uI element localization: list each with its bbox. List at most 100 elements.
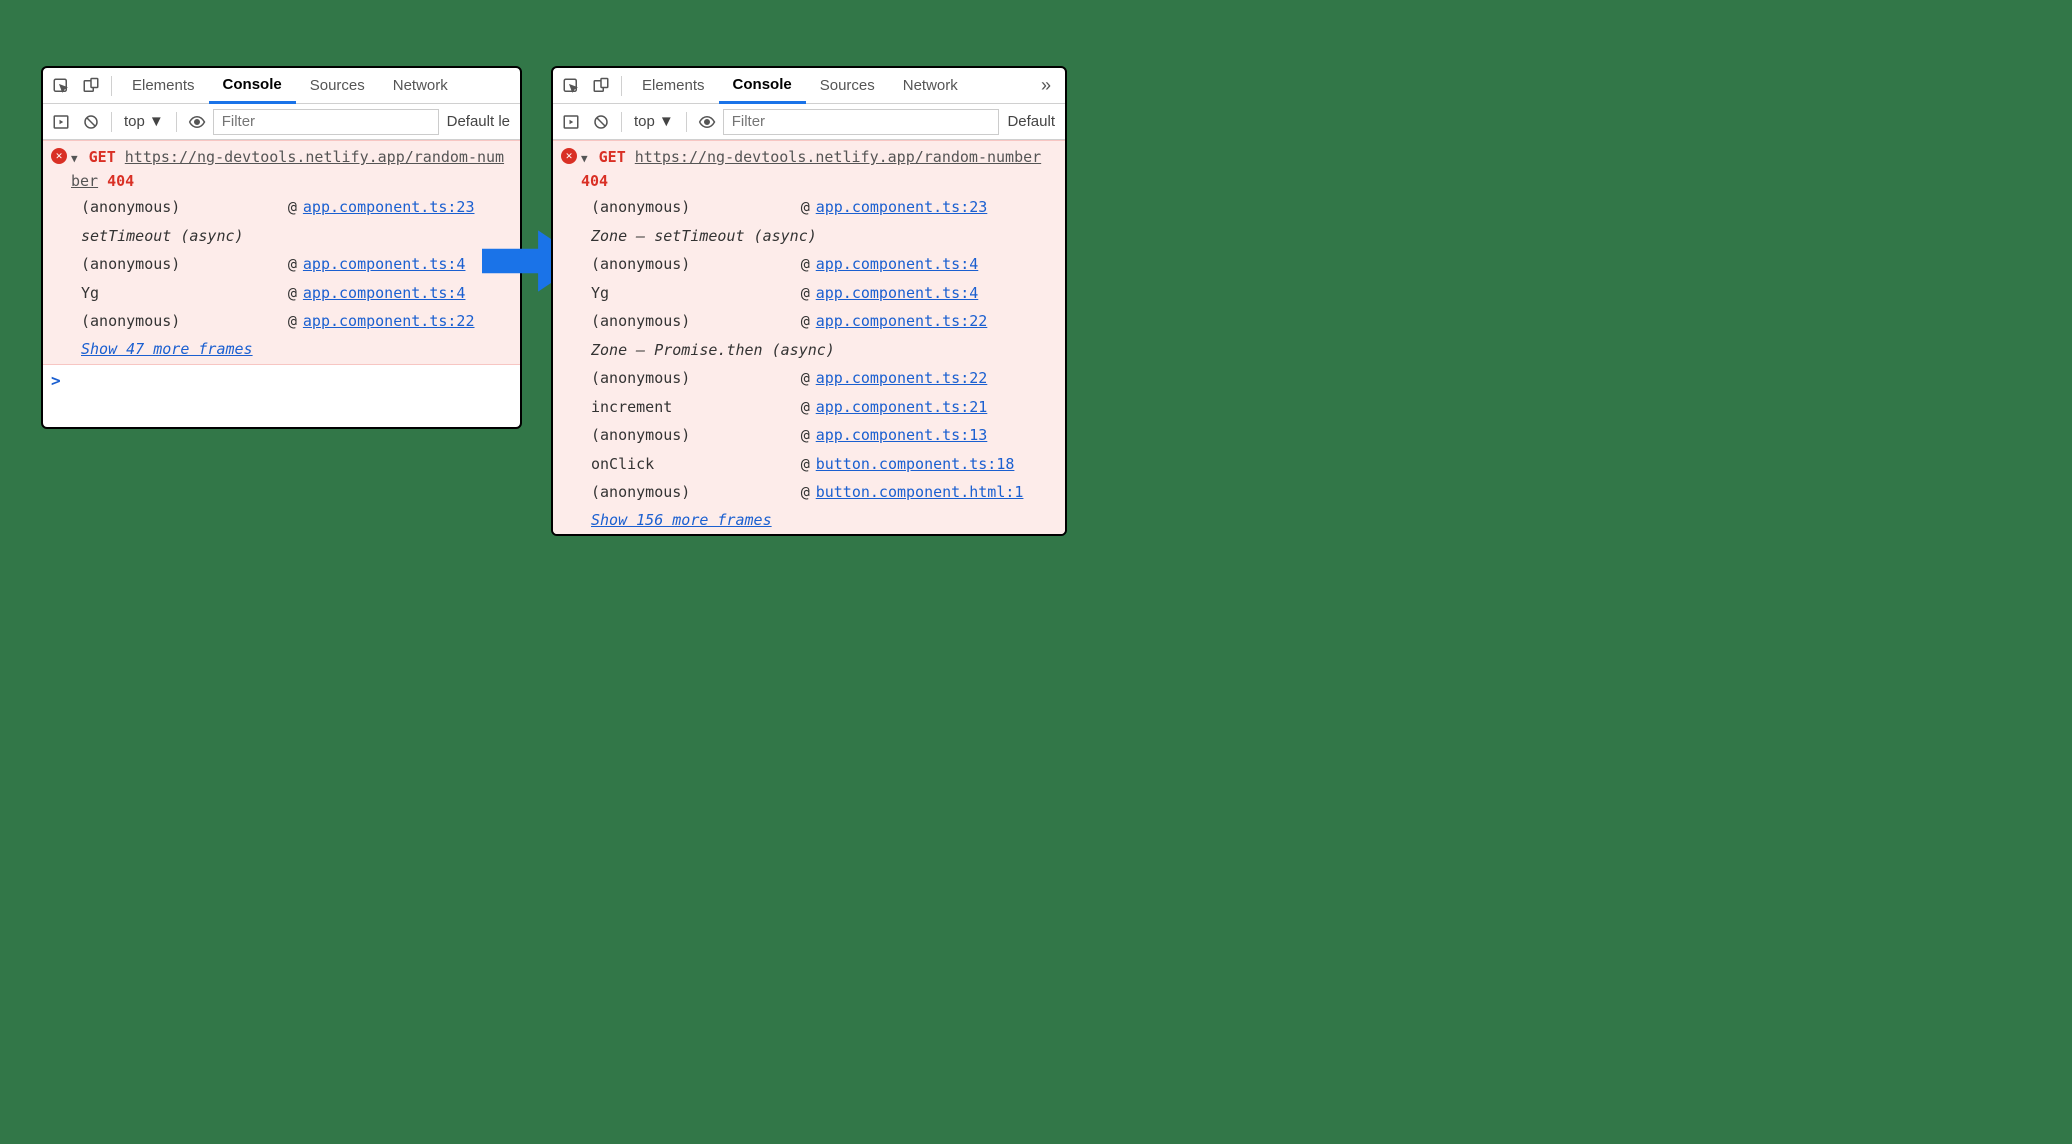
tab-console[interactable]: Console [209,68,296,104]
devtools-tabbar: Elements Console Sources Network » [553,68,1065,104]
tab-sources[interactable]: Sources [296,68,379,104]
stack-function: (anonymous) [81,307,288,336]
stack-frame: (anonymous)@app.component.ts:22 [591,364,1057,393]
stack-function: Yg [591,279,801,308]
error-icon: ✕ [51,148,67,164]
at-symbol: @ [288,279,297,308]
request-method: GET [599,148,626,166]
source-link[interactable]: app.component.ts:21 [816,393,988,422]
console-prompt[interactable]: > [553,536,1065,537]
tab-console[interactable]: Console [719,68,806,104]
request-url[interactable]: https://ng-devtools.netlify.app/random-n… [71,148,504,190]
tab-sources[interactable]: Sources [806,68,889,104]
separator [686,112,687,132]
context-label: top [634,113,655,130]
log-levels[interactable]: Default [1001,113,1061,130]
show-more-frames[interactable]: Show 47 more frames [73,336,520,358]
at-symbol: @ [801,279,810,308]
stack-function: onClick [591,450,801,479]
stack-frame: (anonymous)@app.component.ts:13 [591,421,1057,450]
source-link[interactable]: app.component.ts:13 [816,421,988,450]
clear-console-icon[interactable] [77,108,105,136]
context-selector[interactable]: top ▼ [118,113,170,130]
source-link[interactable]: app.component.ts:22 [816,307,988,336]
show-more-frames[interactable]: Show 156 more frames [583,507,1065,529]
console-error: ✕ ▼ GET https://ng-devtools.netlify.app/… [43,140,520,365]
tab-network[interactable]: Network [889,68,972,104]
disclosure-triangle-icon[interactable]: ▼ [581,152,588,165]
source-link[interactable]: app.component.ts:22 [303,307,475,336]
stack-frame: increment@app.component.ts:21 [591,393,1057,422]
source-link[interactable]: app.component.ts:4 [816,279,979,308]
stack-zone-label: Zone — setTimeout (async) [591,222,817,251]
stack-frame: (anonymous)@app.component.ts:23 [591,193,1057,222]
stack-frame: Yg@app.component.ts:4 [591,279,1057,308]
live-expression-icon[interactable] [693,108,721,136]
stack-frame: onClick@button.component.ts:18 [591,450,1057,479]
stack-frame: Zone — Promise.then (async) [591,336,1057,365]
filter-input[interactable] [723,109,1000,135]
at-symbol: @ [801,478,810,507]
disclosure-triangle-icon[interactable]: ▼ [71,152,78,165]
stack-trace: (anonymous)@app.component.ts:23Zone — se… [583,193,1065,507]
at-symbol: @ [288,307,297,336]
sidebar-toggle-icon[interactable] [47,108,75,136]
stack-frame: (anonymous)@app.component.ts:4 [591,250,1057,279]
request-method: GET [89,148,116,166]
inspect-icon[interactable] [47,72,75,100]
at-symbol: @ [801,250,810,279]
stack-frame: (anonymous)@app.component.ts:4 [81,250,512,279]
stack-function: (anonymous) [591,421,801,450]
devtools-tabbar: Elements Console Sources Network [43,68,520,104]
stack-frame: (anonymous)@app.component.ts:22 [81,307,512,336]
error-icon: ✕ [561,148,577,164]
filter-input[interactable] [213,109,439,135]
source-link[interactable]: button.component.html:1 [816,478,1024,507]
device-toggle-icon[interactable] [77,72,105,100]
stack-function: (anonymous) [591,478,801,507]
live-expression-icon[interactable] [183,108,211,136]
log-levels[interactable]: Default le [441,113,516,130]
tab-network[interactable]: Network [379,68,462,104]
stack-function: (anonymous) [81,250,288,279]
stack-function: (anonymous) [81,193,288,222]
source-link[interactable]: app.component.ts:23 [303,193,475,222]
devtools-panel-after: Elements Console Sources Network » top ▼… [551,66,1067,536]
console-error: ✕ ▼ GET https://ng-devtools.netlify.app/… [553,140,1065,536]
chevron-down-icon: ▼ [149,113,164,130]
separator [176,112,177,132]
at-symbol: @ [801,364,810,393]
more-tabs-icon[interactable]: » [1031,75,1061,96]
console-body: ✕ ▼ GET https://ng-devtools.netlify.app/… [43,140,520,396]
source-link[interactable]: button.component.ts:18 [816,450,1015,479]
source-link[interactable]: app.component.ts:23 [816,193,988,222]
tab-elements[interactable]: Elements [628,68,719,104]
stack-frame: Yg@app.component.ts:4 [81,279,512,308]
clear-console-icon[interactable] [587,108,615,136]
stack-frame: setTimeout (async) [81,222,512,251]
source-link[interactable]: app.component.ts:4 [816,250,979,279]
stack-frame: (anonymous)@app.component.ts:23 [81,193,512,222]
source-link[interactable]: app.component.ts:4 [303,279,466,308]
at-symbol: @ [801,393,810,422]
device-toggle-icon[interactable] [587,72,615,100]
console-body: ✕ ▼ GET https://ng-devtools.netlify.app/… [553,140,1065,536]
chevron-down-icon: ▼ [659,113,674,130]
inspect-icon[interactable] [557,72,585,100]
stack-frame: Zone — setTimeout (async) [591,222,1057,251]
sidebar-toggle-icon[interactable] [557,108,585,136]
at-symbol: @ [801,421,810,450]
tab-elements[interactable]: Elements [118,68,209,104]
separator [621,76,622,96]
console-prompt[interactable]: > [43,365,520,396]
http-status: 404 [107,172,134,190]
request-url[interactable]: https://ng-devtools.netlify.app/random-n… [635,148,1041,166]
stack-function: increment [591,393,801,422]
source-link[interactable]: app.component.ts:22 [816,364,988,393]
stack-function: (anonymous) [591,364,801,393]
context-selector[interactable]: top ▼ [628,113,680,130]
stack-frame: (anonymous)@button.component.html:1 [591,478,1057,507]
devtools-panel-before: Elements Console Sources Network top ▼ D… [41,66,522,429]
at-symbol: @ [288,193,297,222]
source-link[interactable]: app.component.ts:4 [303,250,466,279]
